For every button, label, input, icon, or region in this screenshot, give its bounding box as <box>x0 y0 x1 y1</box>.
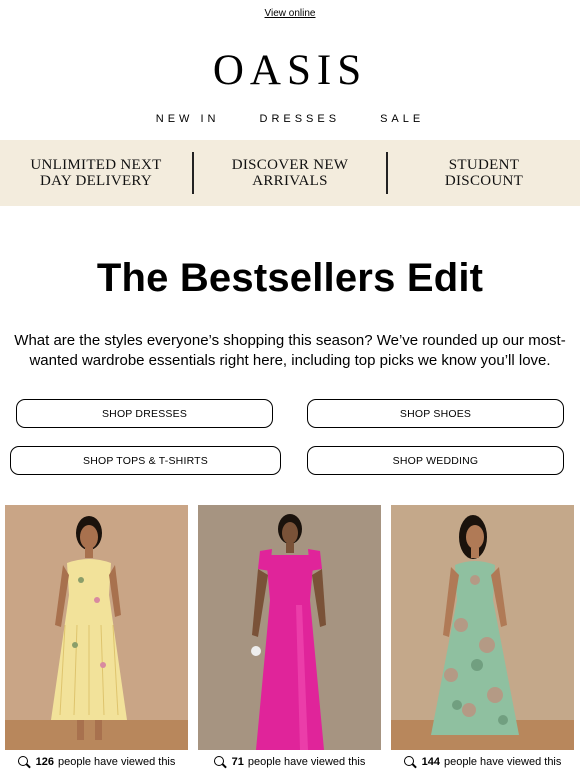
intro-text: What are the styles everyone’s shopping … <box>14 332 566 369</box>
views-count: 126 <box>35 756 54 768</box>
promo-arrivals-line1: DISCOVER NEW <box>231 157 349 173</box>
promo-student-discount[interactable]: STUDENT DISCOUNT <box>388 157 580 189</box>
search-icon <box>213 756 226 768</box>
promo-delivery-line2: DAY DELIVERY <box>39 173 153 189</box>
shop-wedding-button[interactable]: SHOP WEDDING <box>307 446 564 475</box>
search-icon <box>17 756 30 768</box>
views-label: people have viewed this <box>247 756 366 768</box>
promo-arrivals-line2: ARRIVALS <box>252 173 328 189</box>
promo-new-arrivals[interactable]: DISCOVER NEW ARRIVALS <box>194 157 386 189</box>
product-card-floral-dress[interactable]: 126 people have viewed this <box>5 505 188 774</box>
view-online-bar: View online <box>0 8 580 19</box>
views-counter: 144 people have viewed this <box>391 750 574 774</box>
promo-banner: UNLIMITED NEXT DAY DELIVERY DISCOVER NEW… <box>0 140 580 206</box>
search-icon <box>403 756 416 768</box>
nav-new-in[interactable]: NEW IN <box>156 113 220 125</box>
product-card-pink-satin-dress[interactable]: 71 people have viewed this <box>198 505 381 774</box>
shop-shoes-button[interactable]: SHOP SHOES <box>307 399 564 428</box>
view-online-link[interactable]: View online <box>265 8 316 19</box>
shop-dresses-button[interactable]: SHOP DRESSES <box>16 399 273 428</box>
product-image <box>5 516 188 774</box>
promo-student-line1: STUDENT <box>448 157 520 173</box>
promo-delivery[interactable]: UNLIMITED NEXT DAY DELIVERY <box>0 157 192 189</box>
nav-sale[interactable]: SALE <box>380 113 424 125</box>
views-counter: 71 people have viewed this <box>198 750 381 774</box>
main-nav: NEW IN DRESSES SALE <box>0 113 580 125</box>
views-count: 144 <box>421 756 440 768</box>
page-headline: The Bestsellers Edit <box>96 256 484 300</box>
views-label: people have viewed this <box>443 756 562 768</box>
nav-dresses[interactable]: DRESSES <box>260 113 341 125</box>
promo-student-line2: DISCOUNT <box>444 173 524 189</box>
product-card-green-floral-dress[interactable]: 144 people have viewed this <box>391 505 574 774</box>
shop-tops-button[interactable]: SHOP TOPS & T-SHIRTS <box>10 446 281 475</box>
promo-delivery-line1: UNLIMITED NEXT <box>30 157 162 173</box>
views-counter: 126 people have viewed this <box>5 750 188 774</box>
views-count: 71 <box>231 756 244 768</box>
brand-logo[interactable]: OASIS <box>0 46 580 95</box>
product-image <box>198 505 381 774</box>
product-image <box>391 515 574 774</box>
views-label: people have viewed this <box>57 756 176 768</box>
